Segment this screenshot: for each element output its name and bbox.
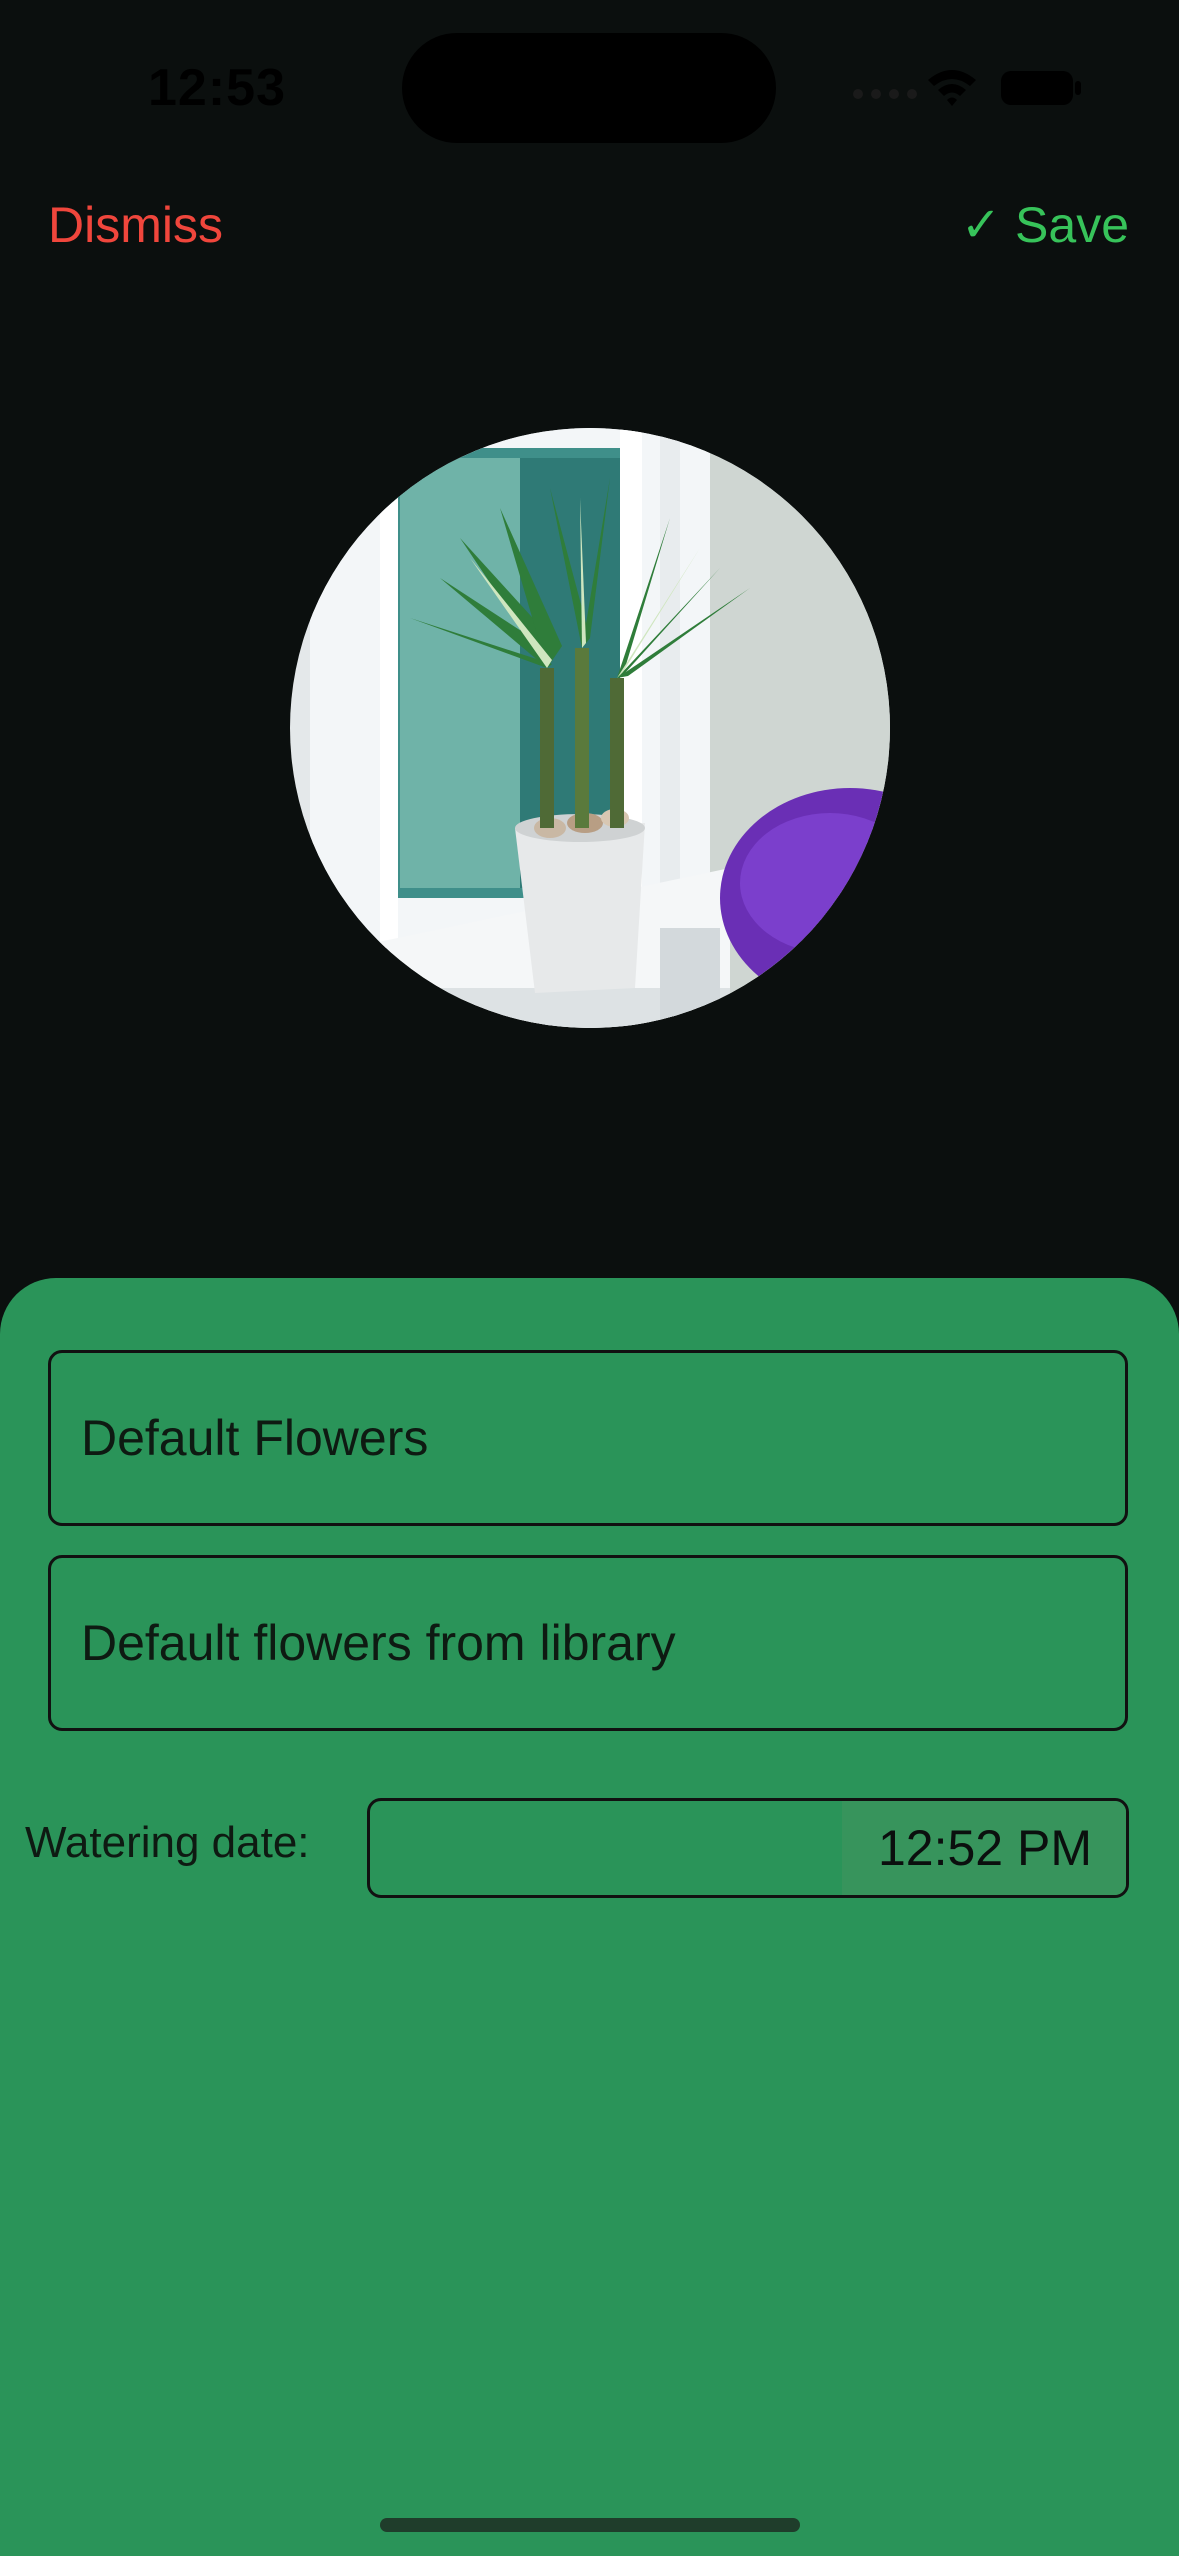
dynamic-island — [402, 33, 776, 143]
plant-image — [290, 428, 890, 1028]
status-time: 12:53 — [148, 59, 286, 117]
plant-description-field[interactable]: Default flowers from library — [48, 1555, 1128, 1731]
plant-description-value: Default flowers from library — [81, 1615, 676, 1671]
battery-icon — [1001, 71, 1081, 105]
watering-date-label: Watering date: — [25, 1818, 310, 1867]
plant-photo[interactable] — [290, 428, 890, 1028]
details-sheet: Default Flowers Default flowers from lib… — [0, 1278, 1179, 2556]
save-label: Save — [1015, 197, 1129, 253]
home-indicator[interactable] — [380, 2518, 800, 2532]
plant-name-field[interactable]: Default Flowers — [48, 1350, 1128, 1526]
watering-date-picker[interactable]: 12:52 PM — [367, 1798, 1129, 1898]
save-button[interactable]: ✓ Save — [961, 196, 1129, 254]
add-plant-screen: 12:53 Dismiss ✓ Save Default Flowers Def… — [0, 0, 1179, 2556]
wifi-icon — [928, 70, 976, 106]
checkmark-icon: ✓ — [960, 199, 1002, 252]
watering-time-value[interactable]: 12:52 PM — [841, 1801, 1126, 1895]
cellular-signal-icon — [853, 89, 917, 99]
dismiss-button[interactable]: Dismiss — [48, 196, 223, 254]
plant-name-value: Default Flowers — [81, 1410, 429, 1466]
